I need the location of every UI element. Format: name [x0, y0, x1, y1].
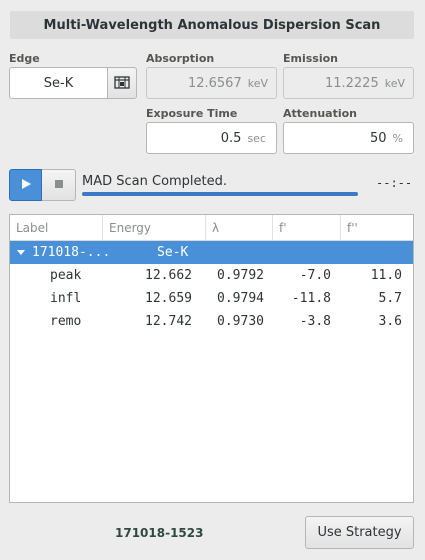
start-scan-button[interactable]: [9, 169, 42, 201]
row-wavelength: 0.9792: [217, 268, 264, 283]
row-f-prime: -3.8: [299, 314, 331, 329]
play-icon: [20, 178, 32, 193]
group-edge: Se-K: [157, 245, 189, 260]
table-row[interactable]: peak 12.662 0.9792 -7.0 11.0: [10, 264, 413, 287]
attenuation-value[interactable]: 50: [370, 131, 387, 146]
absorption-label: Absorption: [146, 52, 215, 65]
scan-progress-bar: [82, 192, 358, 196]
row-energy: 12.662: [145, 268, 192, 283]
edge-select-button[interactable]: [107, 67, 137, 99]
row-label: peak: [50, 268, 82, 283]
exposure-unit: sec: [247, 131, 266, 145]
table-group-row[interactable]: 171018-... Se-K: [10, 241, 413, 264]
edge-label: Edge: [9, 52, 40, 65]
exposure-label: Exposure Time: [146, 107, 238, 120]
column-header-f-prime[interactable]: f': [273, 215, 341, 240]
emission-value: 11.2225: [324, 75, 379, 91]
row-f-prime: -7.0: [299, 268, 331, 283]
absorption-unit: keV: [247, 76, 268, 90]
row-label: remo: [50, 314, 82, 329]
session-name: 171018-1523: [115, 526, 204, 540]
attenuation-unit: %: [392, 131, 403, 145]
row-f-double-prime: 5.7: [378, 291, 402, 306]
panel-title: Multi-Wavelength Anomalous Dispersion Sc…: [10, 11, 414, 39]
attenuation-field[interactable]: 50 %: [283, 122, 414, 154]
time-remaining: --:--: [376, 176, 413, 190]
edge-input[interactable]: Se-K: [9, 67, 107, 99]
scan-status: MAD Scan Completed.: [82, 174, 228, 189]
emission-unit: keV: [384, 76, 405, 90]
emission-field: 11.2225 keV: [283, 67, 414, 99]
row-energy: 12.659: [145, 291, 192, 306]
use-strategy-button[interactable]: Use Strategy: [305, 516, 414, 549]
column-header-wavelength[interactable]: λ: [206, 215, 273, 240]
row-wavelength: 0.9794: [217, 291, 264, 306]
exposure-value[interactable]: 0.5: [221, 131, 242, 146]
absorption-field: 12.6567 keV: [146, 67, 277, 99]
row-f-prime: -11.8: [291, 291, 331, 306]
attenuation-label: Attenuation: [283, 107, 357, 120]
group-name: 171018-...: [32, 245, 111, 260]
row-energy: 12.742: [145, 314, 192, 329]
row-wavelength: 0.9730: [217, 314, 264, 329]
periodic-table-icon: [114, 74, 130, 93]
table-header: Label Energy λ f' f'': [10, 215, 413, 241]
row-f-double-prime: 3.6: [378, 314, 402, 329]
exposure-field[interactable]: 0.5 sec: [146, 122, 277, 154]
column-header-energy[interactable]: Energy: [103, 215, 206, 240]
table-row[interactable]: remo 12.742 0.9730 -3.8 3.6: [10, 310, 413, 333]
scan-progress-fill: [82, 192, 358, 196]
row-label: infl: [50, 291, 82, 306]
stop-scan-button[interactable]: [42, 169, 76, 201]
absorption-value: 12.6567: [187, 75, 242, 91]
column-header-f-double-prime[interactable]: f'': [341, 215, 413, 240]
row-f-double-prime: 11.0: [370, 268, 402, 283]
column-header-label[interactable]: Label: [10, 215, 103, 240]
expander-arrow-icon[interactable]: [16, 241, 26, 264]
emission-label: Emission: [283, 52, 338, 65]
table-row[interactable]: infl 12.659 0.9794 -11.8 5.7: [10, 287, 413, 310]
results-table[interactable]: Label Energy λ f' f'' 171018-... Se-K pe…: [9, 214, 414, 503]
stop-icon: [54, 178, 64, 192]
